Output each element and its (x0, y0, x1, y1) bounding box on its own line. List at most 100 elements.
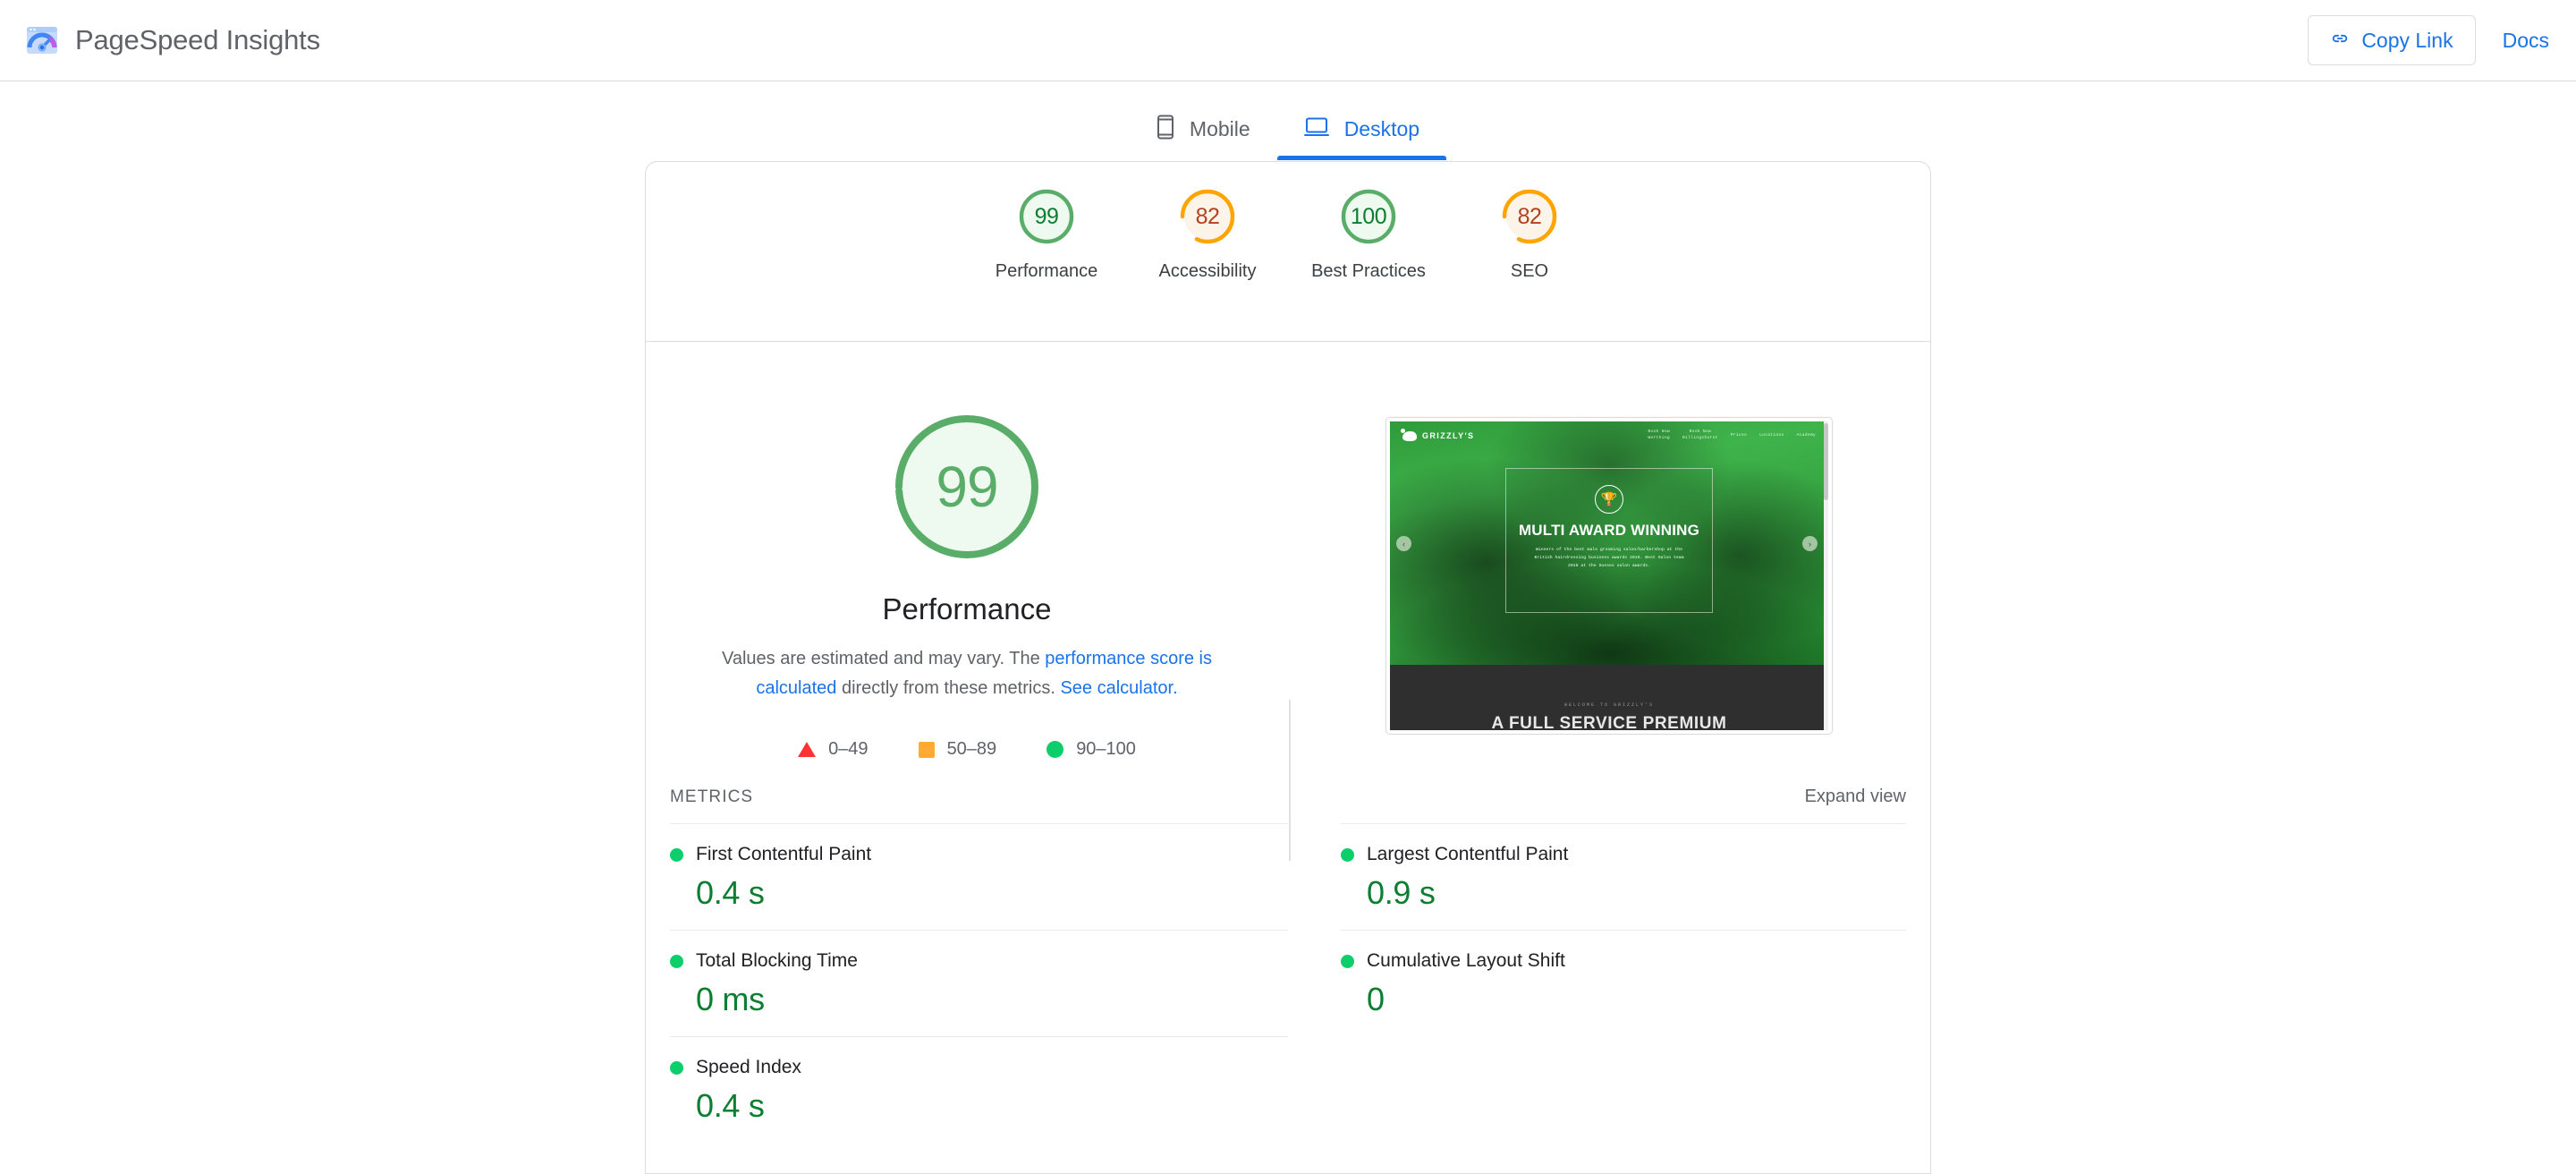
metric-value: 0.4 s (696, 1087, 765, 1124)
site-screenshot-frame[interactable]: GRIZZLY'S Book Now Worthing Book Now Bil… (1385, 417, 1833, 735)
metric-name: First Contentful Paint (696, 844, 872, 864)
score-gauge-accessibility[interactable]: 82 Accessibility (1127, 186, 1288, 282)
gauge-ring: 82 (1499, 186, 1560, 247)
see-calculator-link[interactable]: See calculator. (1060, 678, 1177, 698)
gauge-label: Performance (995, 261, 1098, 281)
site-award-subtitle: Winners of the best male grooming salon/… (1534, 548, 1684, 568)
metrics-column-right: Largest Contentful Paint 0.9 s Cumulativ… (1288, 823, 1906, 1143)
metric-name: Largest Contentful Paint (1367, 844, 1569, 864)
mobile-phone-icon (1157, 115, 1174, 144)
legend-item-average: 50–89 (918, 739, 997, 760)
desc-text-2: directly from these metrics. (836, 678, 1061, 698)
circle-icon (1046, 741, 1064, 758)
pagespeed-logo-icon (25, 23, 59, 57)
site-screenshot: GRIZZLY'S Book Now Worthing Book Now Bil… (1390, 421, 1828, 730)
site-lower-eyebrow: WELCOME TO GRIZZLY'S (1563, 702, 1654, 708)
category-score-strip: 99 Performance 82 Accessibility 100 Best… (646, 162, 1930, 323)
site-nav-link: Academy (1796, 432, 1816, 438)
score-legend: 0–49 50–89 90–100 (773, 739, 1161, 760)
carousel-prev-icon: ‹ (1396, 536, 1411, 551)
docs-link[interactable]: Docs (2503, 29, 2549, 53)
desc-text-1: Values are estimated and may vary. The (721, 649, 1046, 668)
metric-item[interactable]: Speed Index 0.4 s (670, 1036, 1288, 1143)
form-factor-tabs: Mobile Desktop (0, 81, 2576, 162)
metric-head: Cumulative Layout Shift (1341, 950, 1906, 972)
metrics-column-left: First Contentful Paint 0.4 s Total Block… (670, 823, 1288, 1143)
square-icon (918, 741, 935, 758)
metric-item[interactable]: Largest Contentful Paint 0.9 s (1341, 823, 1906, 930)
performance-gauge: 99 (890, 410, 1044, 564)
expand-view-button[interactable]: Expand view (1805, 787, 1906, 807)
gauge-label: Accessibility (1158, 261, 1257, 281)
tab-mobile[interactable]: Mobile (1130, 98, 1277, 160)
metric-item[interactable]: Total Blocking Time 0 ms (670, 930, 1288, 1036)
metric-head: Largest Contentful Paint (1341, 844, 1906, 865)
copy-link-label: Copy Link (2361, 28, 2453, 52)
screenshot-scrollbar[interactable] (1824, 421, 1828, 730)
gauge-ring: 99 (1016, 186, 1077, 247)
legend-item-good: 90–100 (1046, 739, 1136, 760)
tab-mobile-label: Mobile (1189, 116, 1250, 140)
tab-desktop-label: Desktop (1343, 116, 1420, 140)
copy-link-button[interactable]: Copy Link (2308, 15, 2476, 65)
metric-item[interactable]: First Contentful Paint 0.4 s (670, 823, 1288, 930)
app-title: PageSpeed Insights (75, 24, 320, 55)
performance-gauge-value: 99 (936, 455, 998, 519)
metric-head: First Contentful Paint (670, 844, 1288, 865)
site-nav-links: Book Now Worthing Book Now Billingshurst… (1648, 430, 1816, 441)
metrics-header: METRICS Expand view (670, 787, 1906, 812)
performance-gauge-label: Performance (882, 592, 1052, 625)
metrics-title: METRICS (670, 787, 754, 806)
status-dot-icon (670, 847, 683, 862)
site-nav-link: Book Now Worthing (1648, 430, 1670, 440)
score-gauge-best-practices[interactable]: 100 Best Practices (1288, 186, 1449, 282)
brand: PageSpeed Insights (0, 23, 320, 57)
site-nav-link: Prices (1730, 432, 1748, 438)
link-icon (2330, 29, 2350, 53)
score-gauge-performance[interactable]: 99 Performance (966, 186, 1127, 282)
metrics-section: METRICS Expand view First Contentful Pai… (646, 787, 1930, 1143)
site-nav-link: Book Now Billingshurst (1682, 430, 1718, 440)
metric-value: 0.9 s (1367, 874, 1436, 911)
triangle-icon (798, 742, 817, 757)
metric-name: Cumulative Layout Shift (1367, 950, 1565, 971)
tab-active-underline (1276, 156, 1447, 160)
desktop-monitor-icon (1303, 116, 1329, 142)
metric-value: 0 (1367, 981, 1385, 1017)
gauge-value: 99 (1034, 203, 1059, 229)
site-brand-name: GRIZZLY'S (1422, 431, 1475, 440)
app-header: PageSpeed Insights Copy Link Docs (0, 0, 2576, 81)
metric-head: Speed Index (670, 1057, 1288, 1078)
screenshot-scrollbar-thumb[interactable] (1824, 423, 1828, 500)
legend-range: 0–49 (828, 739, 869, 759)
report-card: 99 Performance 82 Accessibility 100 Best… (645, 161, 1931, 1174)
bear-logo-icon (1401, 428, 1417, 441)
gauge-value: 82 (1517, 203, 1542, 229)
tab-desktop[interactable]: Desktop (1276, 98, 1447, 160)
site-lower-heading: A FULL SERVICE PREMIUM (1491, 714, 1727, 730)
gauge-value: 100 (1350, 203, 1387, 229)
hero-vertical-divider (1289, 700, 1291, 861)
metric-name: Speed Index (696, 1057, 801, 1077)
metric-item[interactable]: Cumulative Layout Shift 0 (1341, 930, 1906, 1036)
performance-hero: 99 Performance Values are estimated and … (646, 342, 1930, 861)
metrics-grid: First Contentful Paint 0.4 s Total Block… (670, 823, 1906, 1143)
metric-value: 0 ms (696, 981, 765, 1017)
legend-range: 50–89 (946, 739, 997, 759)
site-award-title: MULTI AWARD WINNING (1518, 522, 1700, 539)
site-nav-link: Locations (1759, 432, 1784, 438)
score-gauge-seo[interactable]: 82 SEO (1449, 186, 1610, 282)
screenshot-panel: GRIZZLY'S Book Now Worthing Book Now Bil… (1288, 410, 1930, 735)
legend-range: 90–100 (1076, 739, 1136, 759)
carousel-next-icon: › (1802, 536, 1818, 551)
status-dot-icon (670, 954, 683, 968)
status-dot-icon (670, 1060, 683, 1075)
site-award-box: 🏆 MULTI AWARD WINNING Winners of the bes… (1505, 468, 1713, 613)
site-nav: GRIZZLY'S Book Now Worthing Book Now Bil… (1390, 421, 1828, 450)
gauge-ring: 82 (1177, 186, 1238, 247)
site-hero-section: GRIZZLY'S Book Now Worthing Book Now Bil… (1390, 421, 1828, 665)
status-dot-icon (1341, 847, 1354, 862)
metric-head: Total Blocking Time (670, 950, 1288, 972)
site-brand: GRIZZLY'S (1401, 428, 1475, 441)
site-lower-section: WELCOME TO GRIZZLY'S A FULL SERVICE PREM… (1390, 665, 1828, 730)
